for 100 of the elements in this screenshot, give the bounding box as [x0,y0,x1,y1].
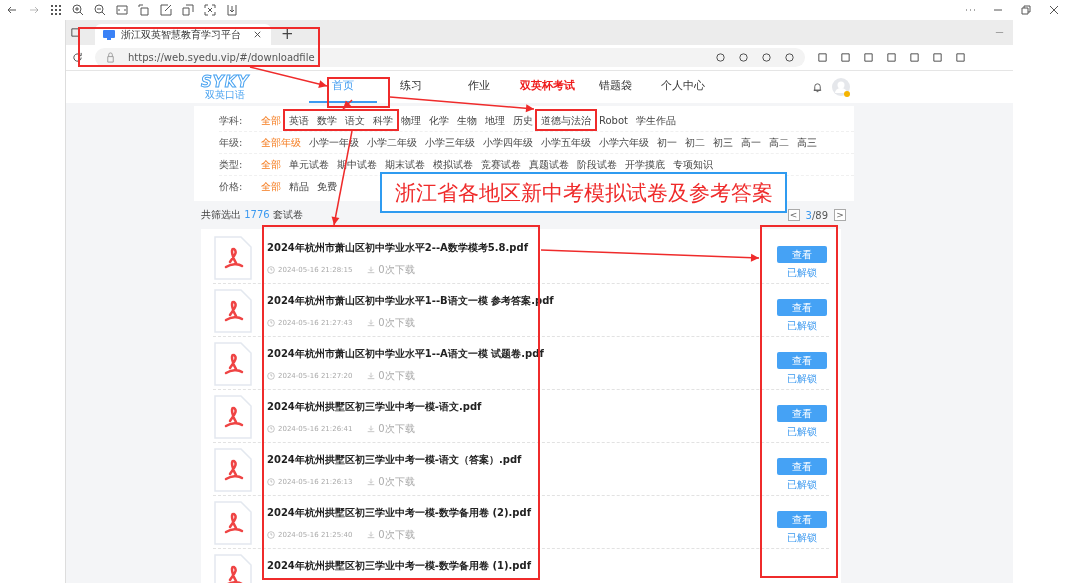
filter-option[interactable]: 小学四年级 [481,135,535,150]
tab-actions-icon[interactable] [70,27,81,38]
annotation-arrow [342,99,353,110]
nav-tab[interactable]: 练习 [377,71,446,103]
next-page-button[interactable]: > [834,209,846,221]
file-title[interactable]: 2024年杭州拱墅区初三学业中考一模-语文.pdf [267,400,482,414]
refresh-icon[interactable] [72,52,83,63]
clock-icon [267,531,275,539]
filter-option[interactable]: 阶段试卷 [575,157,619,172]
file-title[interactable]: 2024年杭州市萧山区初中学业水平2--A数学模考5.8.pdf [267,241,528,255]
unlock-status: 已解锁 [787,319,817,333]
filter-option[interactable]: 初二 [683,135,707,150]
filter-option[interactable]: 历史 [511,113,535,128]
pdf-file-icon [213,341,253,387]
pdf-file-icon [213,394,253,440]
filter-option[interactable]: 化学 [427,113,451,128]
clock-icon [267,266,275,274]
restore-icon[interactable] [1020,4,1032,16]
nav-tab[interactable]: 错题袋 [581,71,650,103]
download-count: 0次下载 [378,422,415,436]
result-count: 共筛选出 1776 套试卷 [201,208,303,222]
fullscreen-icon[interactable] [204,4,216,16]
filter-option[interactable]: 高一 [739,135,763,150]
filter-option[interactable]: 地理 [483,113,507,128]
filter-option[interactable]: 初一 [655,135,679,150]
close-icon[interactable] [1048,4,1060,16]
filter-option[interactable]: 开学摸底 [623,157,667,172]
edit-icon[interactable] [160,4,172,16]
unlock-status: 已解锁 [787,372,817,386]
pdf-file-icon [213,235,253,281]
rotate-icon[interactable] [138,4,150,16]
filter-option[interactable]: 精品 [287,179,311,194]
download-count: 0次下载 [378,263,415,277]
copy-icon[interactable] [182,4,194,16]
clock-icon [267,319,275,327]
address-bar[interactable]: https://web.syedu.vip/#/downloadfile [95,48,805,67]
download-count: 0次下载 [378,475,415,489]
url-text: https://web.syedu.vip/#/downloadfile [128,52,315,63]
filter-option[interactable]: 免费 [315,179,339,194]
browser-tab[interactable]: 浙江双英智慧教育学习平台 [95,24,271,45]
filter-option[interactable]: 小学三年级 [423,135,477,150]
filter-option[interactable]: 小学二年级 [365,135,419,150]
filter-option[interactable]: 竞赛试卷 [479,157,523,172]
nav-tab[interactable]: 个人中心 [649,71,718,103]
new-tab-button[interactable]: + [275,27,300,45]
filter-option[interactable]: 高三 [795,135,819,150]
page-indicator: 3/89 [805,209,828,221]
unlock-status: 已解锁 [787,425,817,439]
filter-option[interactable]: 物理 [399,113,423,128]
nav-tab[interactable]: 双英杯考试 [513,71,582,103]
unlock-status: 已解锁 [787,266,817,280]
filter-option[interactable]: 英语 [287,113,311,128]
filter-label: 类型: [219,157,244,172]
filter-label: 学科: [219,113,244,128]
file-title[interactable]: 2024年杭州拱墅区初三学业中考一模-数学备用卷 (2).pdf [267,506,532,520]
clock-icon [267,478,275,486]
annotation-callout: 浙江省各地区新中考模拟试卷及参考答案 [380,172,787,213]
pdf-file-icon [213,447,253,493]
filter-label: 价格: [219,179,244,194]
filter-option[interactable]: 数学 [315,113,339,128]
annotation-frame [535,109,597,131]
lock-icon [105,52,116,63]
filter-option[interactable]: 期末试卷 [383,157,427,172]
filter-option[interactable]: 语文 [343,113,367,128]
filter-option[interactable]: 初三 [711,135,735,150]
filter-option[interactable]: 高二 [767,135,791,150]
zoom-out-icon[interactable] [94,4,106,16]
clock-icon [267,425,275,433]
filter-option[interactable]: 科学 [371,113,395,128]
filter-option[interactable]: 小学六年级 [597,135,651,150]
pdf-file-icon [213,500,253,546]
filter-option[interactable]: 专项知识 [671,157,715,172]
file-title[interactable]: 2024年杭州拱墅区初三学业中考一模-语文（答案）.pdf [267,453,522,467]
unlock-status: 已解锁 [787,531,817,545]
filter-option[interactable]: 道德与法治 [539,113,593,128]
back-icon[interactable] [6,4,18,16]
filter-option[interactable]: 学生作品 [634,113,678,128]
logo-subtitle: 双英口语 [205,89,246,100]
apps-grid-icon[interactable] [50,4,62,16]
filter-option[interactable]: 生物 [455,113,479,128]
previous-page-button[interactable]: < [787,209,800,221]
close-icon[interactable] [252,29,263,40]
filter-option[interactable]: 小学五年级 [539,135,593,150]
clock-icon [267,372,275,380]
file-title[interactable]: 2024年杭州拱墅区初三学业中考一模-数学备用卷 (1).pdf [267,559,532,573]
bell-icon[interactable] [812,81,823,93]
download-count: 0次下载 [378,316,415,330]
zoom-in-icon[interactable] [72,4,84,16]
nav-tab[interactable]: 作业 [445,71,514,103]
download-count: 0次下载 [378,369,415,383]
filter-option[interactable]: 单元试卷 [287,157,331,172]
fit-page-icon[interactable] [116,4,128,16]
download-count: 0次下载 [378,528,415,542]
filter-label: 年级: [219,135,244,150]
save-icon[interactable] [226,4,238,16]
unlock-status: 已解锁 [787,478,817,492]
pdf-file-icon [213,288,253,334]
filter-option[interactable]: 真题试卷 [527,157,571,172]
filter-option[interactable]: Robot [597,115,630,126]
filter-option[interactable]: 模拟试卷 [431,157,475,172]
